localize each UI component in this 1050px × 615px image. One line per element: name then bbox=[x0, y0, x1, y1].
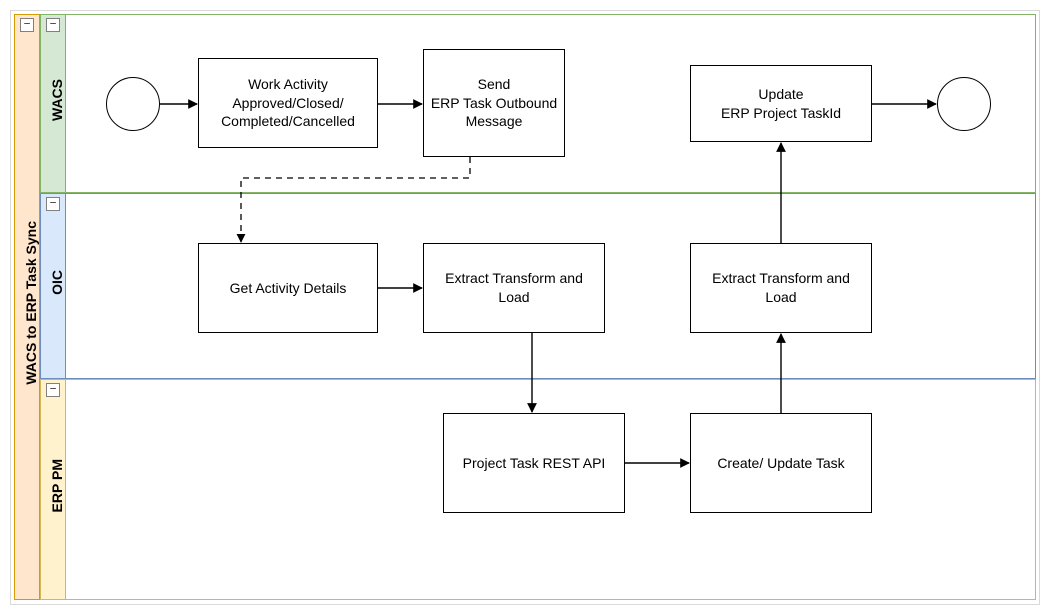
box-create-update[interactable]: Create/ Update Task bbox=[690, 413, 872, 513]
box-etl2[interactable]: Extract Transform and Load bbox=[690, 243, 872, 333]
box-label: Update ERP Project TaskId bbox=[721, 85, 841, 123]
collapse-icon[interactable]: − bbox=[46, 18, 60, 32]
collapse-icon[interactable]: − bbox=[20, 18, 34, 32]
collapse-icon[interactable]: − bbox=[46, 197, 60, 211]
lane-header-oic[interactable]: − OIC bbox=[40, 193, 66, 379]
box-get-activity[interactable]: Get Activity Details bbox=[198, 243, 378, 333]
lane-header-wacs[interactable]: − WACS bbox=[40, 14, 66, 193]
end-node[interactable] bbox=[937, 77, 991, 131]
box-label: Extract Transform and Load bbox=[697, 269, 865, 307]
box-label: Work Activity Approved/Closed/ Completed… bbox=[205, 75, 371, 132]
lane-header-erppm[interactable]: − ERP PM bbox=[40, 379, 66, 600]
box-label: Get Activity Details bbox=[230, 279, 347, 298]
lane-label-wacs: WACS bbox=[49, 79, 65, 121]
start-node[interactable] bbox=[106, 77, 160, 131]
box-update-erp-taskid[interactable]: Update ERP Project TaskId bbox=[690, 65, 872, 142]
collapse-icon[interactable]: − bbox=[46, 383, 60, 397]
box-work-activity[interactable]: Work Activity Approved/Closed/ Completed… bbox=[198, 58, 378, 148]
lane-label-oic: OIC bbox=[49, 270, 65, 295]
diagram-page: − WACS to ERP Task Sync − WACS − OIC − E… bbox=[0, 0, 1050, 615]
lane-label-erppm: ERP PM bbox=[49, 459, 65, 512]
pool-title: WACS to ERP Task Sync bbox=[23, 221, 39, 385]
box-label: Project Task REST API bbox=[463, 454, 606, 473]
box-label: Extract Transform and Load bbox=[430, 269, 598, 307]
box-label: Send ERP Task Outbound Message bbox=[430, 75, 558, 132]
box-send-erp-task[interactable]: Send ERP Task Outbound Message bbox=[423, 49, 565, 157]
pool-header[interactable]: − WACS to ERP Task Sync bbox=[14, 14, 40, 600]
box-rest-api[interactable]: Project Task REST API bbox=[443, 413, 625, 513]
box-etl1[interactable]: Extract Transform and Load bbox=[423, 243, 605, 333]
box-label: Create/ Update Task bbox=[717, 454, 844, 473]
